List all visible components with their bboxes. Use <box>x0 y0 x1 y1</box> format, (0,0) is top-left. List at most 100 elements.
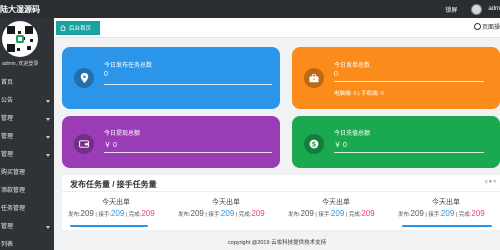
card-divider <box>104 84 272 85</box>
sidebar-item-manage-3[interactable]: 管理 <box>0 149 54 161</box>
tab-bar: 后台首页 页面操 <box>54 18 500 38</box>
accept-count: 209 <box>440 209 455 218</box>
chevron-down-icon <box>46 226 50 229</box>
briefcase-icon <box>304 68 324 88</box>
sidebar-item-manage-1[interactable]: 管理 <box>0 113 54 125</box>
publish-count: 209 <box>300 209 314 218</box>
sidebar-item-label: 购买管理 <box>1 170 26 176</box>
sidebar-item-label: 管理 <box>1 134 14 140</box>
sidebar-item-manage-4[interactable]: 管理 <box>0 221 54 233</box>
stat-block: 今天出单 发布:209 | 接手:209 | 完成:209 <box>288 197 384 218</box>
stat-values: 发布:209 | 接手:209 | 完成:209 <box>178 209 265 218</box>
top-navbar: 陆大湿源码 锁屏 adm <box>0 0 500 18</box>
sidebar-item-label: 列表 <box>1 242 14 248</box>
stat-block: 今天出单 发布:209 | 接手:209 | 完成:209 <box>68 197 164 218</box>
sidebar-item-notice[interactable]: 公告 <box>0 95 54 107</box>
sidebar-item-label: 公告 <box>1 98 14 104</box>
footer-copyright: copyright @2019 云妆科技提供技术支持 <box>227 240 327 246</box>
avatar[interactable] <box>471 3 483 15</box>
dollar-coin-icon: $ <box>304 134 324 154</box>
accept-label: 接手: <box>428 212 441 218</box>
stat-block: 今天出单 发布:209 | 接手:209 | 完成:209 <box>178 197 274 218</box>
location-pin-icon <box>74 68 94 88</box>
chevron-down-icon <box>46 136 50 139</box>
stat-card-orders: 今日发单总数 0 电脑端: 0 | 手机端: 0 <box>292 47 500 109</box>
card-value: 0 <box>104 71 108 78</box>
complete-count: 209 <box>141 209 155 218</box>
publish-count: 209 <box>410 209 424 218</box>
sidebar-item-purchase[interactable]: 购买管理 <box>0 167 54 179</box>
stat-title: 今天出单 <box>432 199 460 206</box>
card-title: 今日提现总额 <box>104 131 141 137</box>
stat-card-withdraw: 今日提现总额 ￥ 0 <box>62 116 280 168</box>
complete-label: 完成: <box>348 212 362 218</box>
complete-label: 完成: <box>238 212 252 218</box>
stat-values: 发布:209 | 接手:209 | 完成:209 <box>398 209 485 218</box>
publish-label: 发布: <box>398 212 411 218</box>
sidebar-item-label: 管理 <box>1 116 14 122</box>
sidebar-item-label: 任务管理 <box>1 206 26 212</box>
accept-label: 接手: <box>208 212 221 218</box>
sidebar-item-home[interactable]: 首页 <box>0 77 54 89</box>
sidebar: admin, 欢迎登录 首页 公告 管理 管理 管理 购买管理 添款管理 任务管… <box>0 18 54 250</box>
lock-screen-button[interactable]: 锁屏 <box>445 5 457 14</box>
sidebar-item-task[interactable]: 任务管理 <box>0 203 54 215</box>
accept-label: 接手: <box>98 212 111 218</box>
page-operations[interactable]: 页面操 <box>473 22 500 31</box>
card-title: 今日发单总数 <box>334 63 371 69</box>
card-value: 0 <box>334 71 338 78</box>
accept-count: 209 <box>330 209 345 218</box>
stat-values: 发布:209 | 接手:209 | 完成:209 <box>68 209 155 218</box>
progress-bar <box>70 225 148 227</box>
accept-label: 接手: <box>318 212 331 218</box>
card-title: 今日充值总额 <box>334 131 371 137</box>
publish-label: 发布: <box>178 212 191 218</box>
sidebar-item-label: 管理 <box>1 224 14 230</box>
brand-title: 陆大湿源码 <box>0 5 40 14</box>
accept-count: 209 <box>220 209 235 218</box>
chevron-down-icon <box>46 118 50 121</box>
card-value: ￥ 0 <box>104 142 117 149</box>
svg-text:$: $ <box>312 140 317 148</box>
card-divider <box>334 152 484 153</box>
panel-title: 发布任务量 / 接手任务量 <box>70 180 157 189</box>
stat-title: 今天出单 <box>322 199 350 206</box>
stat-title: 今天出单 <box>102 199 130 206</box>
sidebar-item-payment[interactable]: 添款管理 <box>0 185 54 197</box>
circle-close-icon <box>473 23 481 30</box>
welcome-text: admin, 欢迎登录 <box>2 61 39 67</box>
card-value: ￥ 0 <box>334 142 347 149</box>
card-divider <box>104 152 272 153</box>
complete-label: 完成: <box>458 212 472 218</box>
sidebar-item-manage-2[interactable]: 管理 <box>0 131 54 143</box>
panel-tools[interactable]: c ▾ × <box>485 179 496 185</box>
stat-title: 今天出单 <box>212 199 240 206</box>
publish-label: 发布: <box>288 212 301 218</box>
username-label[interactable]: adm <box>488 6 500 12</box>
tab-label: 后台首页 <box>69 26 92 32</box>
tab-home[interactable]: 后台首页 <box>56 21 100 35</box>
sidebar-item-label: 首页 <box>1 80 14 86</box>
wallet-icon <box>74 134 94 154</box>
card-divider <box>334 81 484 82</box>
page-operations-label: 页面操 <box>481 25 500 31</box>
complete-label: 完成: <box>128 212 142 218</box>
stat-block: 今天出单 发布:209 | 接手:209 | 完成:209 <box>398 197 494 218</box>
card-extra: 电脑端: 0 | 手机端: 0 <box>334 91 384 97</box>
publish-count: 209 <box>190 209 204 218</box>
chevron-down-icon <box>46 154 50 157</box>
publish-count: 209 <box>80 209 94 218</box>
top-right-area: 锁屏 adm <box>445 0 500 18</box>
home-icon <box>60 25 66 31</box>
stat-card-recharge: $ 今日充值总额 ￥ 0 <box>292 116 500 168</box>
qr-code-avatar <box>2 21 38 57</box>
progress-bar <box>402 225 492 227</box>
publish-label: 发布: <box>68 212 81 218</box>
task-volume-panel: 发布任务量 / 接手任务量 c ▾ × 今天出单 发布:209 | 接手:209… <box>62 175 500 230</box>
sidebar-item-list[interactable]: 列表 <box>0 239 54 250</box>
stat-values: 发布:209 | 接手:209 | 完成:209 <box>288 209 375 218</box>
complete-count: 209 <box>251 209 265 218</box>
stat-card-tasks: 今日发布任务总数 0 <box>62 47 280 109</box>
accept-count: 209 <box>110 209 125 218</box>
card-title: 今日发布任务总数 <box>104 63 153 69</box>
